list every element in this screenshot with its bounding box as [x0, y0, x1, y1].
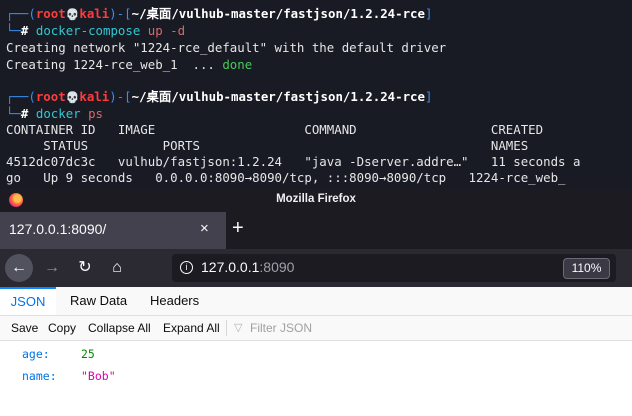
- collapse-all-button[interactable]: Collapse All: [88, 321, 151, 335]
- tab-title: 127.0.0.1:8090/: [9, 221, 107, 237]
- forward-button[interactable]: →: [38, 254, 66, 282]
- ps-row-1: 4512dc07dc3c vulhub/fastjson:1.2.24 "jav…: [6, 154, 581, 169]
- tab-json[interactable]: JSON: [0, 287, 56, 315]
- url-text[interactable]: 127.0.0.1:8090: [201, 259, 294, 275]
- tab-headers[interactable]: Headers: [150, 287, 199, 315]
- navigation-toolbar: ← → ↻ ⌂ i 127.0.0.1:8090 110%: [0, 249, 632, 287]
- terminal-window[interactable]: ┌──(root💀kali)-[~/桌面/vulhub-master/fastj…: [0, 0, 632, 189]
- json-tree: age: 25 name: "Bob": [0, 341, 632, 416]
- ps-header-1: CONTAINER ID IMAGE COMMAND CREATED: [6, 122, 544, 137]
- copy-button[interactable]: Copy: [48, 321, 76, 335]
- zoom-level-button[interactable]: 110%: [563, 258, 610, 279]
- skull-icon: 💀: [65, 91, 80, 104]
- tab-raw-data[interactable]: Raw Data: [70, 287, 127, 315]
- filter-icon: ▽: [234, 322, 243, 334]
- filter-json-input[interactable]: Filter JSON: [250, 321, 312, 335]
- reload-button[interactable]: ↻: [71, 254, 99, 282]
- command-line-2: └─# docker ps: [6, 106, 104, 121]
- new-tab-button[interactable]: +: [232, 218, 244, 238]
- tab-bar: 127.0.0.1:8090/ × +: [0, 212, 632, 249]
- toolbar-divider: [226, 320, 227, 336]
- window-titlebar[interactable]: Mozilla Firefox: [0, 189, 632, 212]
- json-key: name:: [22, 369, 57, 383]
- skull-icon: 💀: [65, 8, 80, 21]
- window-title: Mozilla Firefox: [276, 193, 356, 205]
- prompt-line-2: ┌──(root💀kali)-[~/桌面/vulhub-master/fastj…: [6, 89, 433, 104]
- output-line-1: Creating network "1224-rce_default" with…: [6, 40, 447, 55]
- site-info-icon[interactable]: i: [180, 261, 193, 274]
- ps-header-2: STATUS PORTS NAMES: [6, 138, 529, 153]
- expand-all-button[interactable]: Expand All: [163, 321, 220, 335]
- url-bar[interactable]: i 127.0.0.1:8090 110%: [172, 254, 616, 282]
- browser-tab[interactable]: 127.0.0.1:8090/ ×: [0, 212, 226, 249]
- close-tab-icon[interactable]: ×: [200, 220, 209, 237]
- back-button[interactable]: ←: [5, 254, 33, 282]
- home-button[interactable]: ⌂: [103, 254, 131, 282]
- save-button[interactable]: Save: [11, 321, 38, 335]
- command-line-1: └─# docker-compose up -d: [6, 23, 186, 38]
- json-value: "Bob": [81, 369, 116, 383]
- json-viewer-tabs: JSON Raw Data Headers: [0, 287, 632, 316]
- json-value: 25: [81, 347, 95, 361]
- json-key: age:: [22, 347, 50, 361]
- prompt-line-1: ┌──(root💀kali)-[~/桌面/vulhub-master/fastj…: [6, 6, 433, 21]
- json-toolbar: Save Copy Collapse All Expand All ▽ Filt…: [0, 316, 632, 341]
- ps-row-2: go Up 9 seconds 0.0.0.0:8090→8090/tcp, :…: [6, 170, 566, 185]
- output-line-2: Creating 1224-rce_web_1 ... done: [6, 57, 253, 72]
